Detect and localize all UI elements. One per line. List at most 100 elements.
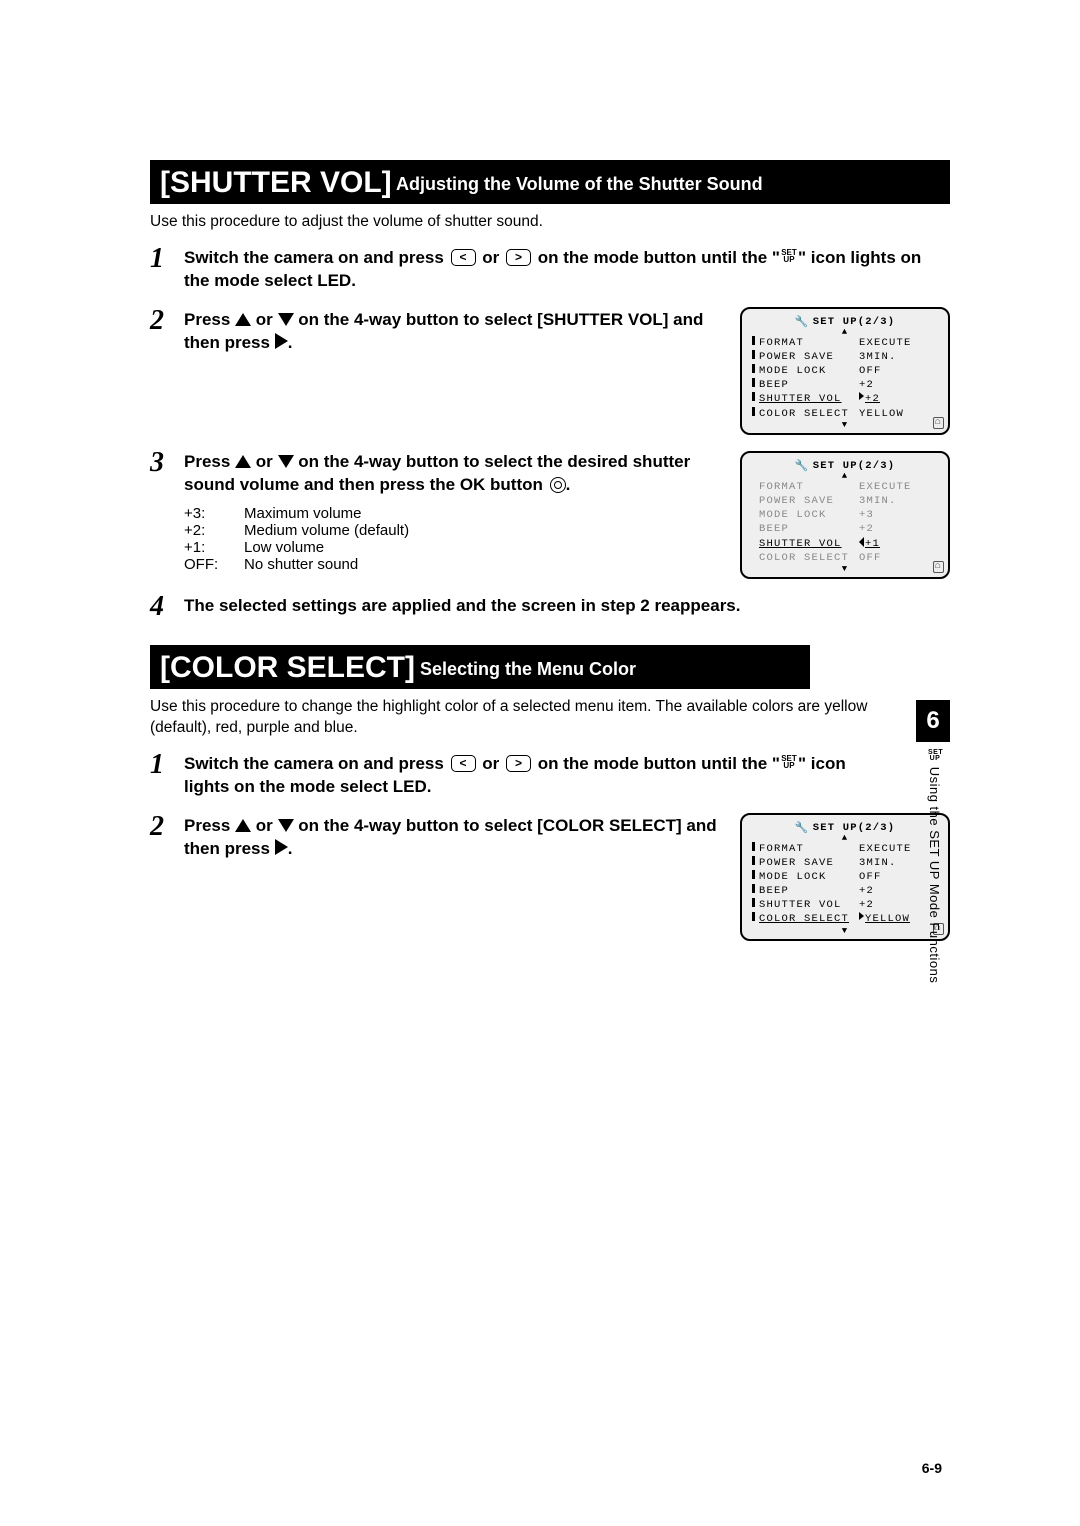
s1-step4: 4 The selected settings are applied and … bbox=[150, 595, 950, 621]
lcd-row: MODE LOCK+3 bbox=[748, 508, 942, 522]
up-arrow-icon bbox=[235, 819, 251, 832]
lcd-row: POWER SAVE3MIN. bbox=[748, 350, 942, 364]
text: +2 bbox=[865, 392, 938, 406]
step-number: 4 bbox=[150, 593, 176, 621]
lcd-row-selected: SHUTTER VOL +1 bbox=[748, 537, 942, 551]
text: OFF: bbox=[184, 556, 244, 573]
text: Low volume bbox=[244, 539, 324, 556]
text: +1: bbox=[184, 539, 244, 556]
section1-title: [SHUTTER VOL] bbox=[160, 166, 392, 199]
marker-icon bbox=[752, 350, 755, 359]
text: +2 bbox=[859, 522, 938, 536]
up-arrow-icon bbox=[235, 313, 251, 326]
text: . bbox=[566, 475, 571, 494]
text: +2: bbox=[184, 522, 244, 539]
text: Press bbox=[184, 310, 235, 329]
s1-step1-text: Switch the camera on and press < or > on… bbox=[184, 247, 950, 293]
text: COLOR SELECT bbox=[759, 551, 859, 565]
lcd-down-icon: ▼ bbox=[748, 421, 942, 429]
text: . bbox=[288, 333, 293, 352]
lcd-up-icon: ▲ bbox=[748, 329, 942, 335]
page-number: 6-9 bbox=[922, 1460, 942, 1476]
s1-step1: 1 Switch the camera on and press < or > … bbox=[150, 247, 950, 293]
text: 3MIN. bbox=[859, 494, 938, 508]
step-number: 2 bbox=[150, 307, 176, 335]
text: BEEP bbox=[759, 378, 859, 392]
text: OFF bbox=[859, 551, 938, 565]
text: on the mode button until the " bbox=[533, 754, 780, 773]
down-arrow-icon bbox=[278, 819, 294, 832]
section1-intro: Use this procedure to adjust the volume … bbox=[150, 212, 950, 233]
volume-levels-table: +3:Maximum volume +2:Medium volume (defa… bbox=[184, 505, 724, 573]
lcd-screen-2: 🔧SET UP(2/3) ▲ FORMATEXECUTE POWER SAVE3… bbox=[740, 451, 950, 579]
text: or bbox=[251, 310, 277, 329]
chapter-tab: 6 bbox=[916, 700, 950, 742]
section2-subtitle: Selecting the Menu Color bbox=[415, 659, 636, 679]
text: +1 bbox=[865, 537, 938, 551]
text: Switch the camera on and press bbox=[184, 754, 449, 773]
text: BEEP bbox=[759, 884, 859, 898]
cursor-icon bbox=[859, 912, 864, 920]
mode-prev-button-icon: < bbox=[451, 755, 476, 772]
text: COLOR SELECT bbox=[759, 407, 859, 421]
text: +2 bbox=[859, 378, 938, 392]
lcd-down-icon: ▼ bbox=[748, 927, 942, 935]
text: Switch the camera on and press bbox=[184, 248, 449, 267]
text: Maximum volume bbox=[244, 505, 362, 522]
marker-icon bbox=[752, 870, 755, 879]
lcd-row: MODE LOCKOFF bbox=[748, 364, 942, 378]
lcd-row: MODE LOCKOFF bbox=[748, 870, 942, 884]
wrench-icon: 🔧 bbox=[795, 821, 810, 835]
setup-icon: SETUP bbox=[780, 249, 798, 263]
text: SET UP(2/3) bbox=[813, 822, 896, 834]
text: Press bbox=[184, 452, 235, 471]
wrench-icon: 🔧 bbox=[795, 315, 810, 329]
lcd-screen-1: 🔧SET UP(2/3) ▲ FORMATEXECUTE POWER SAVE3… bbox=[740, 307, 950, 435]
lcd-row: SHUTTER VOL+2 bbox=[748, 898, 942, 912]
step-number: 3 bbox=[150, 449, 176, 477]
lcd-row: FORMATEXECUTE bbox=[748, 842, 942, 856]
text: Press bbox=[184, 816, 235, 835]
mode-prev-button-icon: < bbox=[451, 249, 476, 266]
section2-intro: Use this procedure to change the highlig… bbox=[150, 697, 950, 739]
right-arrow-icon bbox=[275, 839, 288, 855]
lcd-row: COLOR SELECTOFF bbox=[748, 551, 942, 565]
text: MODE LOCK bbox=[759, 508, 859, 522]
lcd-down-icon: ▼ bbox=[748, 565, 942, 573]
text: POWER SAVE bbox=[759, 856, 859, 870]
text: Medium volume (default) bbox=[244, 522, 409, 539]
text: or bbox=[251, 816, 277, 835]
sd-card-icon: ⌂ bbox=[933, 561, 944, 573]
text: SHUTTER VOL bbox=[759, 537, 859, 551]
marker-icon bbox=[752, 842, 755, 851]
text: SHUTTER VOL bbox=[759, 392, 859, 406]
text: 3MIN. bbox=[859, 350, 938, 364]
marker-icon bbox=[752, 898, 755, 907]
text: SET UP(2/3) bbox=[813, 460, 896, 472]
s1-step4-text: The selected settings are applied and th… bbox=[184, 595, 950, 618]
text: POWER SAVE bbox=[759, 494, 859, 508]
lcd-screen-3: 🔧SET UP(2/3) ▲ FORMATEXECUTE POWER SAVE3… bbox=[740, 813, 950, 941]
lcd-row-selected: SHUTTER VOL +2 bbox=[748, 392, 942, 406]
text: FORMAT bbox=[759, 842, 859, 856]
text: COLOR SELECT bbox=[759, 912, 859, 926]
text: FORMAT bbox=[759, 336, 859, 350]
text: POWER SAVE bbox=[759, 350, 859, 364]
lcd-row: BEEP+2 bbox=[748, 378, 942, 392]
lcd-up-icon: ▲ bbox=[748, 473, 942, 479]
text: EXECUTE bbox=[859, 336, 938, 350]
section2-header: [COLOR SELECT] Selecting the Menu Color bbox=[150, 645, 810, 689]
lcd-up-icon: ▲ bbox=[748, 835, 942, 841]
text: YELLOW bbox=[859, 407, 938, 421]
lcd-row: BEEP+2 bbox=[748, 522, 942, 536]
wrench-icon: 🔧 bbox=[795, 459, 810, 473]
text: MODE LOCK bbox=[759, 364, 859, 378]
text: BEEP bbox=[759, 522, 859, 536]
marker-icon bbox=[752, 407, 755, 416]
lcd3-title: 🔧SET UP(2/3) bbox=[748, 819, 942, 835]
section1-subtitle: Adjusting the Volume of the Shutter Soun… bbox=[392, 174, 763, 194]
mode-next-button-icon: > bbox=[506, 249, 531, 266]
ok-button-icon bbox=[550, 477, 566, 493]
s1-step3-text: Press or on the 4-way button to select t… bbox=[184, 451, 724, 497]
lcd-row: COLOR SELECTYELLOW bbox=[748, 407, 942, 421]
